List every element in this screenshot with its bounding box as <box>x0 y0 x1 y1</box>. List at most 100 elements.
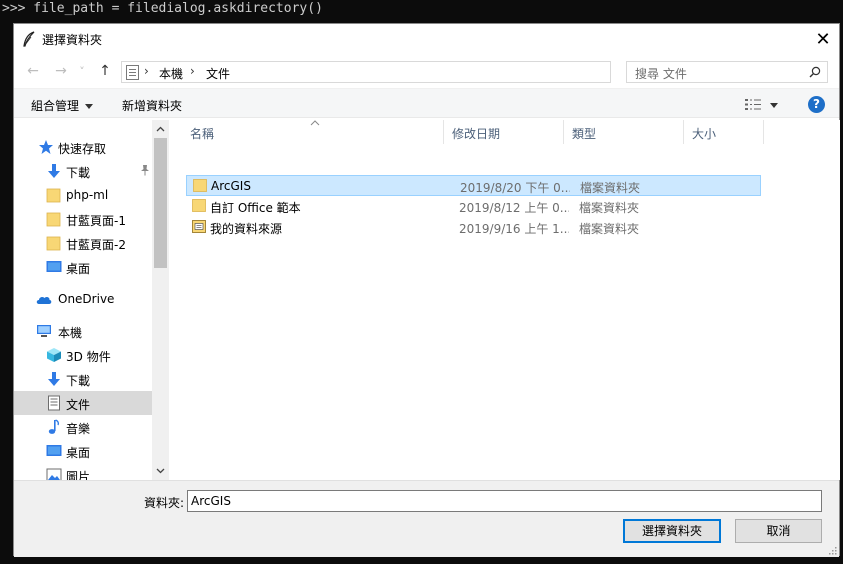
up-button[interactable]: ↑ <box>96 62 114 80</box>
column-header-date[interactable]: 修改日期 <box>444 120 564 144</box>
select-folder-button[interactable]: 選擇資料夾 <box>623 519 721 543</box>
desktop-icon <box>46 261 62 272</box>
sidebar-item-label: 下載 <box>66 374 91 388</box>
navigation-scrollbar[interactable] <box>152 120 169 480</box>
sidebar-item-label: OneDrive <box>58 292 115 306</box>
desktop-icon <box>46 445 62 456</box>
sidebar-item-downloads-quick[interactable]: 下載 <box>14 159 152 183</box>
sidebar-item-documents[interactable]: 文件 <box>14 391 152 415</box>
sidebar-item-label: 本機 <box>58 326 83 340</box>
resize-grip-icon[interactable] <box>827 545 837 555</box>
sidebar-item-onedrive[interactable]: OneDrive <box>14 287 152 311</box>
scroll-down-arrow-icon[interactable] <box>152 463 169 480</box>
breadcrumb-this-pc[interactable]: 本機 <box>159 65 183 82</box>
command-toolbar: 組合管理 新增資料夾 ? <box>14 88 839 118</box>
file-name: 自訂 Office 範本 <box>210 201 301 215</box>
new-folder-button[interactable]: 新增資料夾 <box>122 97 182 114</box>
document-icon <box>48 395 60 411</box>
title-bar: 選擇資料夾 ✕ <box>14 24 839 54</box>
file-list: 名稱 修改日期 類型 大小 ArcGIS 2019/8/20 下午 0... 檔… <box>182 120 840 480</box>
sidebar-item-label: 文件 <box>66 398 91 412</box>
file-name: 我的資料來源 <box>210 222 283 236</box>
sidebar-item-downloads[interactable]: 下載 <box>14 367 152 391</box>
file-date: 2019/8/12 上午 0... <box>459 201 569 215</box>
help-button[interactable]: ? <box>808 96 825 113</box>
up-arrow-icon: ↑ <box>99 63 111 79</box>
caret-down-icon <box>85 104 94 109</box>
table-row[interactable]: ArcGIS 2019/8/20 下午 0... 檔案資料夾 <box>186 175 761 196</box>
search-placeholder: 搜尋 文件 <box>635 67 687 81</box>
view-options-icon[interactable] <box>745 99 763 110</box>
folder-field-label: 資料夾: <box>144 496 185 510</box>
scrollbar-thumb[interactable] <box>154 138 167 268</box>
select-folder-dialog: 選擇資料夾 ✕ ← → ˅ ↑ › 本機 › 文件 ⌵ ↻ 搜尋 文件 <box>13 23 840 557</box>
sidebar-item-music[interactable]: 音樂 <box>14 415 152 439</box>
column-header-type[interactable]: 類型 <box>564 120 684 144</box>
sidebar-item-desktop[interactable]: 桌面 <box>14 439 152 463</box>
scroll-up-arrow-icon[interactable] <box>152 120 169 137</box>
organize-menu-button[interactable]: 組合管理 <box>31 97 94 114</box>
column-header-label: 名稱 <box>190 127 215 141</box>
back-button[interactable]: ← <box>24 62 42 80</box>
back-arrow-icon: ← <box>27 63 39 79</box>
sidebar-item-label: 音樂 <box>66 422 91 436</box>
file-type: 檔案資料夾 <box>580 181 641 195</box>
address-bar[interactable]: › 本機 › 文件 ⌵ ↻ <box>121 61 715 83</box>
sidebar-item-page-2[interactable]: 甘藍頁面-2 <box>14 231 152 255</box>
feather-icon <box>23 31 35 47</box>
sidebar-item-label: php-ml <box>66 188 109 202</box>
sidebar-item-this-pc[interactable]: 本機 <box>14 319 152 343</box>
document-icon <box>126 65 139 80</box>
download-icon <box>48 372 60 386</box>
forward-arrow-icon: → <box>55 63 67 79</box>
recent-locations-button[interactable]: ˅ <box>76 62 88 80</box>
column-header-name[interactable]: 名稱 <box>182 120 444 144</box>
sidebar-item-pictures[interactable]: 圖片 <box>14 463 152 480</box>
sort-ascending-icon <box>310 120 320 126</box>
console-command-line: >>> file_path = filedialog.askdirectory(… <box>2 1 323 16</box>
sidebar-item-label: 圖片 <box>66 470 91 480</box>
pin-icon <box>140 164 150 179</box>
sidebar-item-label: 甘藍頁面-2 <box>66 238 126 252</box>
dialog-footer: 資料夾: ArcGIS 選擇資料夾 取消 <box>14 480 839 557</box>
sidebar-item-3d-objects[interactable]: 3D 物件 <box>14 343 152 367</box>
close-button[interactable]: ✕ <box>807 24 839 54</box>
search-input[interactable]: 搜尋 文件 <box>626 61 828 83</box>
view-dropdown-icon[interactable] <box>770 103 778 108</box>
sidebar-item-quick-access[interactable]: 快速存取 <box>14 135 152 159</box>
file-type: 檔案資料夾 <box>579 201 640 215</box>
cube-icon <box>47 348 61 362</box>
sidebar-item-page-1[interactable]: 甘藍頁面-1 <box>14 207 152 231</box>
sidebar-item-label: 下載 <box>66 166 91 180</box>
search-icon[interactable] <box>809 66 821 78</box>
column-header-size[interactable]: 大小 <box>684 120 764 144</box>
folder-icon <box>193 179 207 192</box>
sidebar-item-label: 桌面 <box>66 446 91 460</box>
column-header-label: 大小 <box>692 127 717 141</box>
sidebar-item-php-ml[interactable]: php-ml <box>14 183 152 207</box>
table-row[interactable]: 我的資料來源 2019/9/16 上午 1... 檔案資料夾 <box>186 217 761 238</box>
picture-icon <box>46 468 62 480</box>
breadcrumb-separator: › <box>190 64 195 78</box>
download-icon <box>48 164 60 178</box>
dialog-title: 選擇資料夾 <box>42 33 103 47</box>
computer-icon <box>37 325 51 337</box>
navigation-bar: ← → ˅ ↑ › 本機 › 文件 ⌵ ↻ 搜尋 文件 <box>14 58 839 86</box>
cancel-button[interactable]: 取消 <box>735 519 822 543</box>
file-date: 2019/9/16 上午 1... <box>459 222 569 236</box>
sidebar-item-label: 3D 物件 <box>66 350 111 364</box>
star-icon <box>39 140 53 154</box>
organize-label: 組合管理 <box>31 99 80 113</box>
file-date: 2019/8/20 下午 0... <box>460 181 570 195</box>
sidebar-item-desktop-quick[interactable]: 桌面 <box>14 255 152 279</box>
folder-name-input[interactable]: ArcGIS <box>187 490 822 512</box>
folder-icon <box>46 188 61 203</box>
sidebar-item-label: 甘藍頁面-1 <box>66 214 126 228</box>
column-header-label: 修改日期 <box>452 127 501 141</box>
forward-button[interactable]: → <box>52 62 70 80</box>
file-name: ArcGIS <box>211 179 251 193</box>
table-row[interactable]: 自訂 Office 範本 2019/8/12 上午 0... 檔案資料夾 <box>186 196 761 217</box>
breadcrumb-documents[interactable]: 文件 <box>206 65 230 82</box>
close-icon: ✕ <box>815 28 831 50</box>
chevron-down-icon: ˅ <box>79 64 85 78</box>
